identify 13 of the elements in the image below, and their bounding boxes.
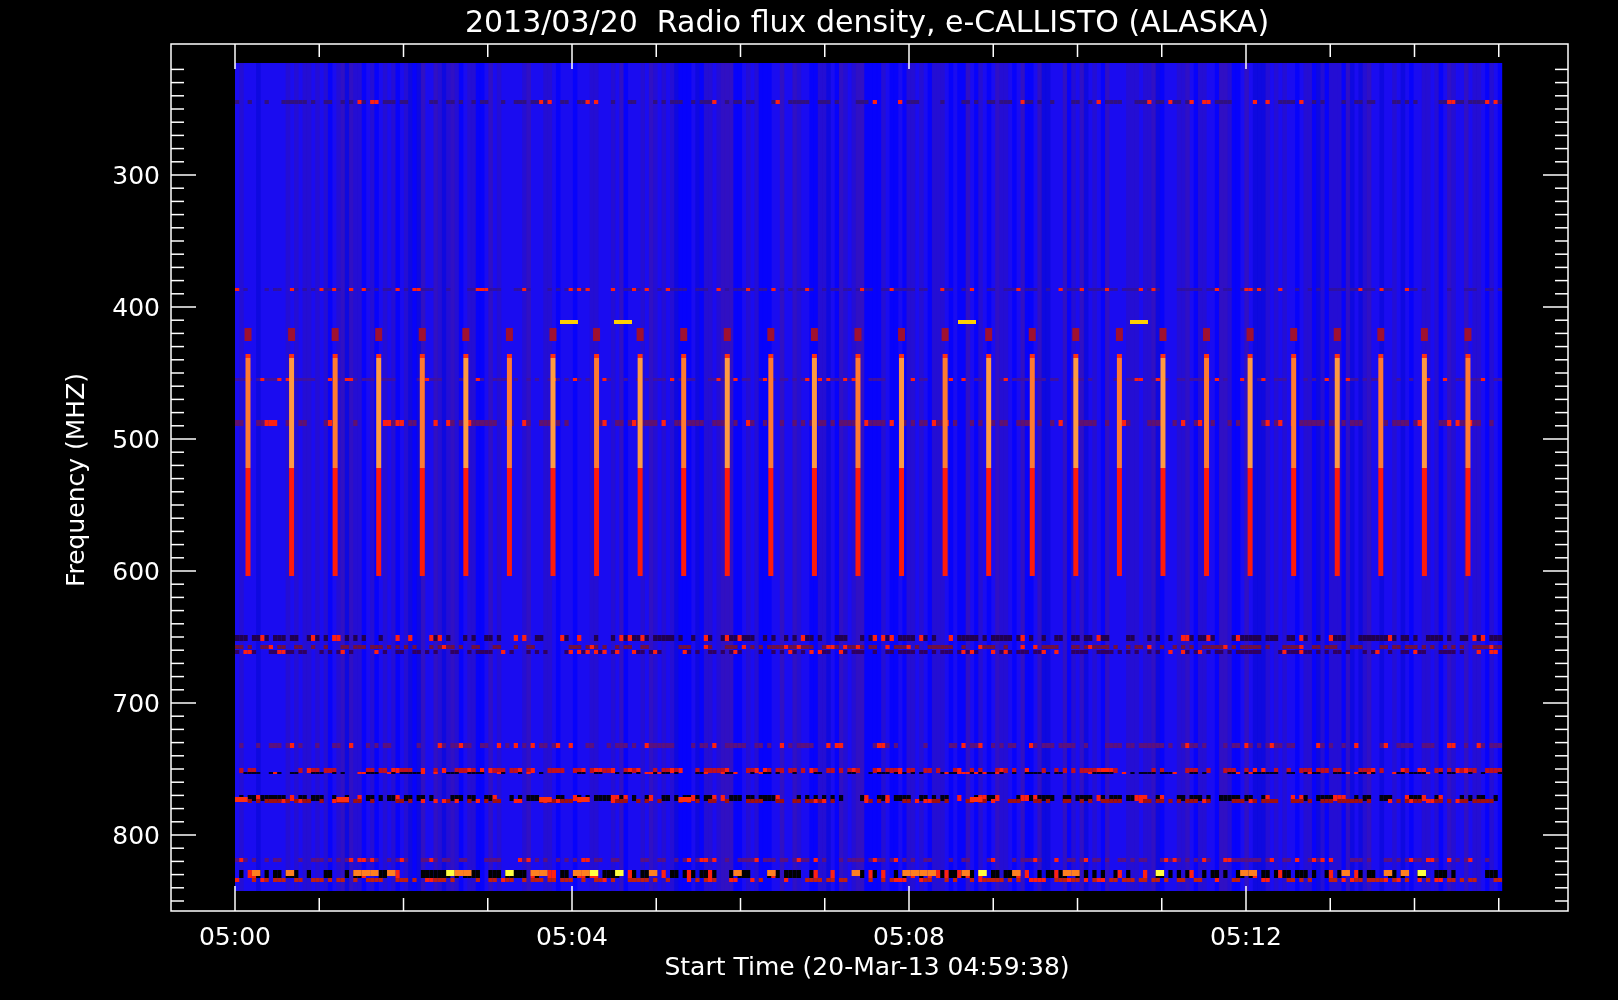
- y-axis-label: Frequency (MHZ): [61, 372, 90, 588]
- tick-label: 05:04: [536, 922, 608, 951]
- tick-label: 500: [112, 425, 160, 454]
- tick-label: 600: [112, 557, 160, 586]
- tick-label: 400: [112, 293, 160, 322]
- tick-label: 05:08: [873, 922, 945, 951]
- tick-label: 300: [112, 161, 160, 190]
- tick-label: 700: [112, 689, 160, 718]
- x-axis-label: Start Time (20-Mar-13 04:59:38): [664, 952, 1070, 981]
- tick-label: 05:12: [1210, 922, 1282, 951]
- tick-label: 800: [112, 821, 160, 850]
- chart-title: 2013/03/20 Radio flux density, e-CALLISTO (ALASKA): [464, 4, 1270, 39]
- tick-label: 05:00: [199, 922, 271, 951]
